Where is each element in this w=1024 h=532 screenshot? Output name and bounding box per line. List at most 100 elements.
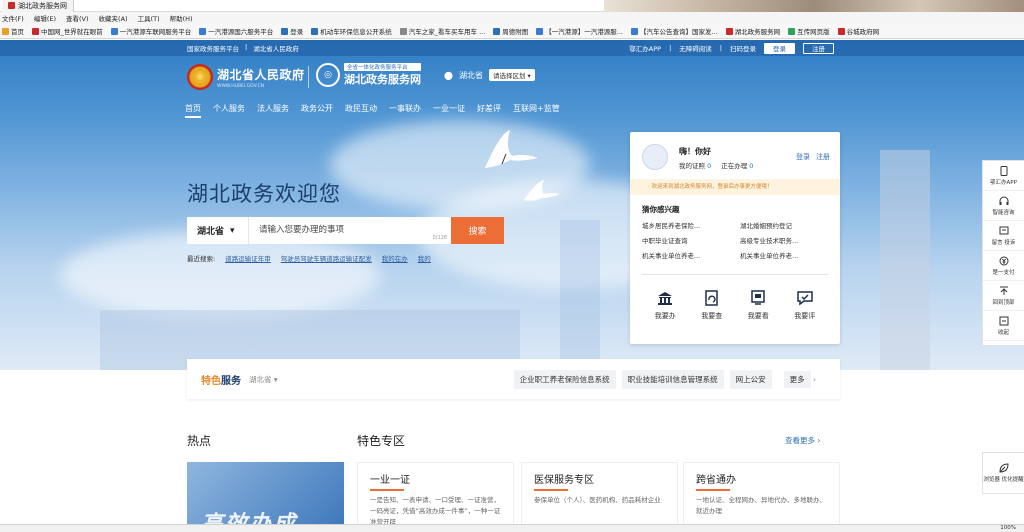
favorite-item[interactable]: 中国网_世界就在眼前	[32, 26, 103, 36]
crane-bird-image	[485, 130, 538, 168]
special-card[interactable]: 医保服务专区 参保单位（个人）、医药机构、药品耗材企业	[521, 462, 678, 532]
menu-file[interactable]: 文件(F)	[2, 13, 24, 23]
side-message-button[interactable]: 留言 投诉	[983, 221, 1024, 251]
portal-logo[interactable]: ◎ 全省一体化政务服务平台 湖北政务服务网	[316, 63, 421, 87]
featured-more-link[interactable]: 更多 ›	[778, 370, 822, 389]
action-view[interactable]: 我要看	[748, 290, 769, 321]
my-pending[interactable]: 正在办理 0	[721, 160, 753, 170]
nav-interaction[interactable]: 政民互动	[345, 103, 377, 118]
nav-supervision[interactable]: 互联网+监管	[513, 103, 560, 118]
avatar[interactable]	[642, 144, 668, 170]
province-dropdown[interactable]: 湖北省 ▾	[187, 217, 249, 244]
link-accessibility[interactable]: 无障碍阅读	[679, 43, 712, 53]
action-do[interactable]: 我要办	[655, 290, 676, 321]
side-app-button[interactable]: 鄂汇办APP	[983, 161, 1024, 191]
interest-item[interactable]: 湖北婚姻预约登记	[740, 220, 832, 230]
building-silhouette	[560, 220, 600, 370]
my-certs[interactable]: 我的证照 0	[679, 160, 711, 170]
nav-personal[interactable]: 个人服务	[213, 103, 245, 118]
chip-pension-system[interactable]: 企业职工养老保险信息系统	[513, 369, 616, 389]
leaf-icon	[998, 463, 1009, 473]
top-login-button[interactable]: 登录	[764, 42, 795, 54]
site-icon	[311, 27, 319, 35]
card-login-link[interactable]: 登录	[796, 152, 810, 162]
favorite-item[interactable]: 机动车环保信息公开系统	[311, 26, 392, 36]
site-icon	[536, 27, 544, 35]
action-query[interactable]: 我要查	[701, 290, 722, 321]
side-consult-button[interactable]: 智能咨询	[983, 191, 1024, 221]
see-more-link[interactable]: 查看更多 ›	[785, 435, 820, 446]
side-collapse-button[interactable]: 收起	[983, 311, 1024, 341]
star-icon	[2, 27, 9, 35]
website-viewport: 国家政务服务平台 | 湖北省人民政府 鄂汇办APP | 无障碍阅读 | 扫码登录…	[0, 40, 1024, 532]
interest-item[interactable]: 机关事业单位养老...	[740, 250, 832, 260]
browser-tab[interactable]: 湖北政务服务网	[2, 0, 74, 12]
hot-banner[interactable]: 高效办成	[187, 462, 344, 532]
link-hubei-gov[interactable]: 湖北省人民政府	[253, 43, 299, 53]
yuan-icon	[999, 256, 1008, 265]
interest-item[interactable]: 高级专业技术职务...	[740, 235, 832, 245]
site-icon	[725, 27, 733, 35]
recent-link[interactable]: 我的在办	[382, 253, 408, 263]
menu-view[interactable]: 查看(V)	[66, 13, 89, 23]
nav-home[interactable]: 首页	[185, 103, 201, 118]
side-top-button[interactable]: 回到顶部	[983, 281, 1024, 311]
search-bar: 湖北省 ▾ 请输入您要办理的事项 0/128 搜索	[187, 217, 504, 244]
logo-divider	[308, 66, 309, 88]
favorite-item[interactable]: 周德附图	[493, 26, 528, 36]
char-counter: 0/128	[432, 235, 447, 241]
menu-favorites[interactable]: 收藏夹(A)	[99, 13, 128, 23]
recent-link[interactable]: 驾驶员驾驶车辆道路运输证配发	[281, 253, 372, 263]
card-divider	[642, 274, 828, 275]
card-register-link[interactable]: 注册	[816, 152, 830, 162]
top-register-button[interactable]: 注册	[803, 42, 834, 54]
interest-item[interactable]: 中职毕业证查询	[642, 235, 734, 245]
browser-tip-button[interactable]: 浏览器 优化提醒	[982, 452, 1024, 494]
recent-link[interactable]: 我的	[418, 253, 431, 263]
search-input[interactable]: 请输入您要办理的事项 0/128	[249, 217, 451, 244]
document-icon	[705, 290, 718, 306]
nav-rating[interactable]: 好差评	[477, 103, 501, 118]
chip-training-system[interactable]: 职业技能培训信息管理系统	[621, 369, 724, 389]
link-qr-login[interactable]: 扫码登录	[730, 43, 756, 53]
interest-item[interactable]: 城乡居民养老保险...	[642, 220, 734, 230]
favorite-item[interactable]: 谷城政府网	[837, 26, 879, 36]
zoom-level[interactable]: 100%	[1000, 525, 1016, 531]
nav-one-thing[interactable]: 一事联办	[389, 103, 421, 118]
favorite-item[interactable]: 互传网页版	[788, 26, 830, 36]
nav-legal-person[interactable]: 法人服务	[257, 103, 289, 118]
status-bar: 100%	[0, 524, 1024, 532]
search-button[interactable]: 搜索	[451, 217, 504, 244]
special-card[interactable]: 跨省通办 一地认证、全程网办、异地代办、多地联办、就近办理	[683, 462, 840, 532]
side-pay-button[interactable]: 楚一支付	[983, 251, 1024, 281]
collapse-icon	[999, 316, 1008, 325]
interest-item[interactable]: 机关事业单位养老...	[642, 250, 734, 260]
card-auth: 登录 注册	[796, 152, 830, 162]
portal-emblem-icon: ◎	[316, 63, 340, 87]
gov-logo[interactable]: ★ 湖北省人民政府 WWW.HUBEI.GOV.CN	[187, 64, 305, 90]
favorite-item[interactable]: 一汽港源车联网服务平台	[110, 26, 191, 36]
recent-link[interactable]: 道路运输证年审	[225, 253, 271, 263]
favorite-item[interactable]: 登录	[281, 26, 303, 36]
bank-icon	[658, 292, 673, 305]
favorite-item[interactable]: 湖北政务服务网	[725, 26, 780, 36]
menu-tools[interactable]: 工具(T)	[138, 13, 160, 23]
favorite-item[interactable]: 一汽港源国六服务平台	[199, 26, 273, 36]
nav-open-gov[interactable]: 政务公开	[301, 103, 333, 118]
nav-one-license[interactable]: 一业一证	[433, 103, 465, 118]
link-national-platform[interactable]: 国家政务服务平台	[187, 43, 239, 53]
favorite-item[interactable]: 首页	[2, 26, 24, 36]
link-app[interactable]: 鄂汇办APP	[629, 43, 661, 53]
featured-services: 特色服务 湖北省 ▾ 企业职工养老保险信息系统 职业技能培训信息管理系统 网上公…	[187, 359, 840, 399]
favorite-item[interactable]: 【一汽港源】一汽港源服...	[536, 26, 623, 36]
special-card[interactable]: 一业一证 一是告知、一表申请、一口受理、一证准营，一码亮证，凭借“高效办成一件事…	[357, 462, 514, 532]
action-rate[interactable]: 我要评	[794, 290, 815, 321]
menu-help[interactable]: 帮助(H)	[170, 13, 193, 23]
favorite-item[interactable]: 汽车之家_看车买车用车 ...	[399, 26, 485, 36]
featured-region-dropdown[interactable]: 湖北省 ▾	[249, 374, 278, 385]
menu-edit[interactable]: 编辑(E)	[34, 13, 56, 23]
favorite-item[interactable]: 【汽车公告查询】国家发...	[630, 26, 718, 36]
chip-police[interactable]: 网上公安	[729, 369, 772, 389]
section-hot-title: 热点	[187, 434, 212, 448]
region-select[interactable]: 请选择区划 ▾	[488, 69, 535, 81]
